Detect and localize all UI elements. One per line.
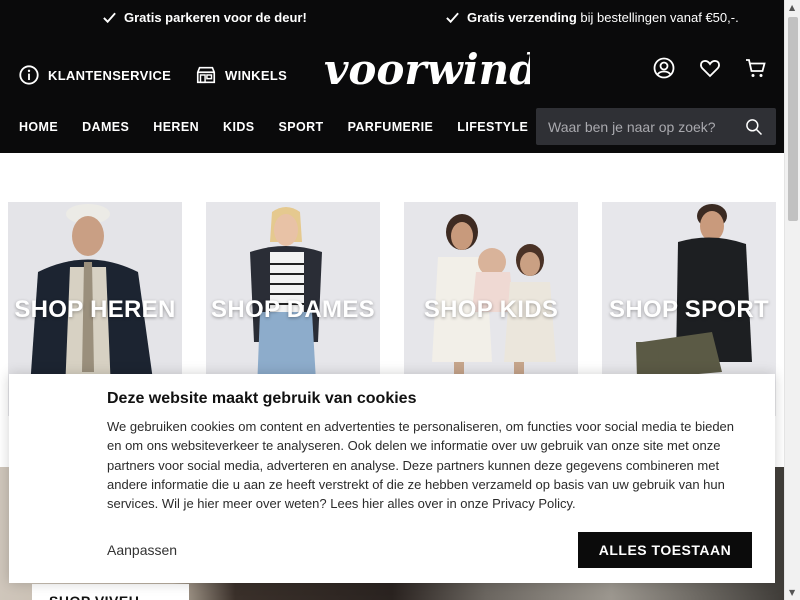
search-input[interactable] <box>548 118 744 135</box>
main-nav: HOME DAMES HEREN KIDS SPORT PARFUMERIE L… <box>19 120 528 134</box>
info-icon <box>19 65 39 85</box>
tile-label: SHOP KIDS <box>423 296 559 323</box>
nav-item-heren[interactable]: HEREN <box>153 120 199 134</box>
tile-label: SHOP DAMES <box>211 296 375 323</box>
site-header: Gratis parkeren voor de deur! Gratis ver… <box>0 0 784 153</box>
nav-item-kids[interactable]: KIDS <box>223 120 254 134</box>
stores-label: WINKELS <box>225 67 288 83</box>
check-icon <box>103 12 116 24</box>
check-icon <box>446 12 459 24</box>
store-icon <box>196 66 216 84</box>
nav-item-dames[interactable]: DAMES <box>82 120 129 134</box>
account-icon <box>653 57 675 79</box>
customer-service-label: KLANTENSERVICE <box>48 67 172 83</box>
nav-item-lifestyle[interactable]: LIFESTYLE <box>457 120 528 134</box>
usp-shipping: Gratis verzending bij bestellingen vanaf… <box>445 10 739 25</box>
stores-link[interactable]: WINKELS <box>195 64 287 86</box>
account-button[interactable] <box>652 56 676 80</box>
cookie-body: We gebruiken cookies om content en adver… <box>107 419 735 512</box>
customer-service-link[interactable]: KLANTENSERVICE <box>18 64 171 86</box>
header-actions <box>652 56 768 80</box>
search-icon[interactable] <box>744 117 764 137</box>
shop-viveu-button[interactable]: SHOP VIVEU <box>32 584 189 600</box>
voorwinden-logo: voorwinden <box>324 45 530 94</box>
nav-item-sport[interactable]: SPORT <box>279 120 324 134</box>
heart-icon <box>700 60 720 78</box>
cookie-banner: Deze website maakt gebruik van cookies W… <box>9 374 775 583</box>
usp-parking-text: Gratis parkeren voor de deur! <box>124 10 307 25</box>
nav-item-home[interactable]: HOME <box>19 120 58 134</box>
cookie-title: Deze website maakt gebruik van cookies <box>107 390 417 407</box>
cart-icon <box>746 59 766 77</box>
search-bar <box>536 108 776 145</box>
scroll-up-arrow-icon[interactable]: ▲ <box>789 3 795 12</box>
cookie-adjust-link[interactable]: Aanpassen <box>107 542 177 558</box>
scroll-down-arrow-icon[interactable]: ▼ <box>789 588 795 597</box>
nav-item-parfumerie[interactable]: PARFUMERIE <box>348 120 434 134</box>
wishlist-button[interactable] <box>698 56 722 80</box>
usp-shipping-rest: bij bestellingen vanaf €50,-. <box>576 10 739 25</box>
cart-button[interactable] <box>744 56 768 80</box>
logo-text: voorwinden <box>324 45 530 94</box>
tile-label: SHOP SPORT <box>609 296 769 323</box>
usp-parking: Gratis parkeren voor de deur! <box>102 10 307 25</box>
usp-shipping-bold: Gratis verzending <box>467 10 577 25</box>
accept-all-cookies-button[interactable]: ALLES TOESTAAN <box>578 532 752 568</box>
tile-label: SHOP HEREN <box>14 296 176 323</box>
scrollbar-thumb[interactable] <box>788 17 798 221</box>
page-scrollbar[interactable]: ▲ ▼ <box>784 0 800 600</box>
